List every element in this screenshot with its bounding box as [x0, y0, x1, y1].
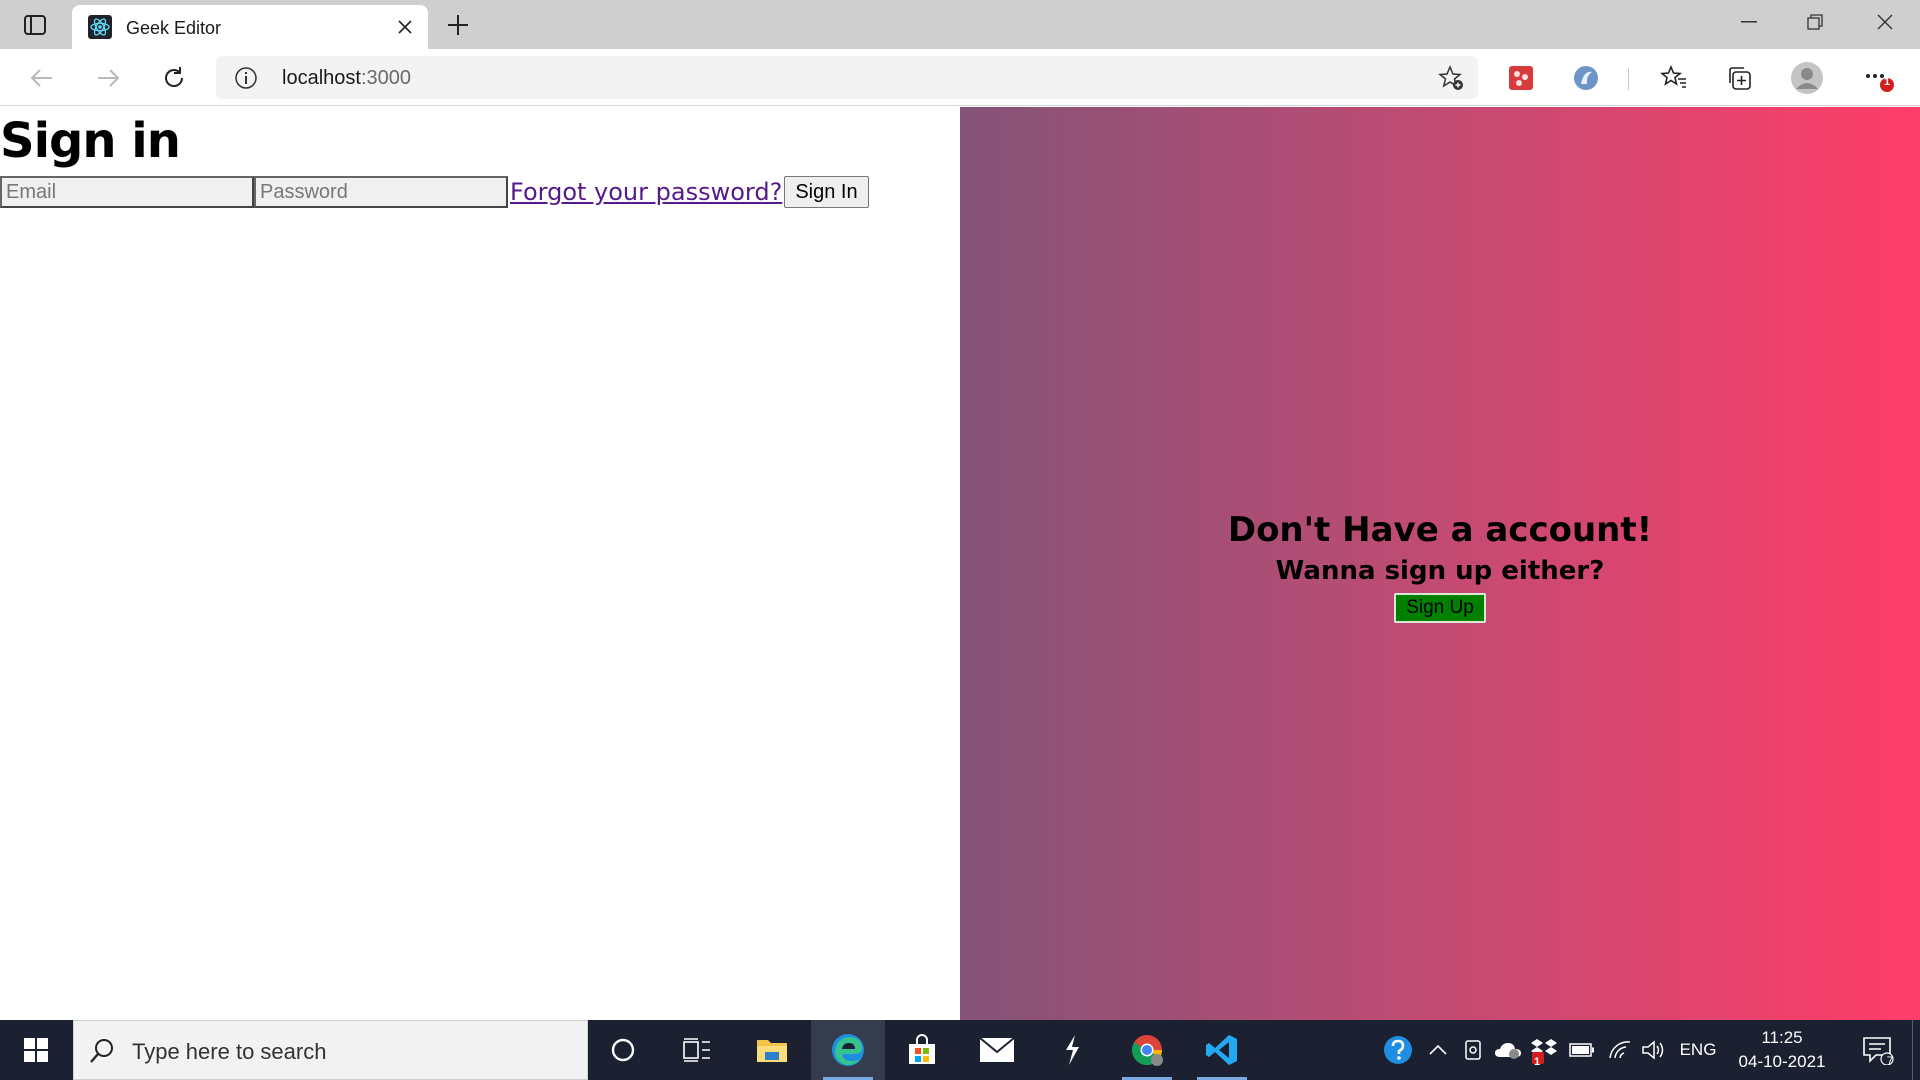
- onedrive-icon[interactable]: [1492, 1020, 1524, 1080]
- minimize-icon[interactable]: [1716, 0, 1782, 44]
- taskbar-search-placeholder: Type here to search: [132, 1039, 327, 1064]
- file-explorer-icon[interactable]: [735, 1020, 809, 1080]
- toolbar-separator: [1628, 68, 1629, 90]
- address-bar[interactable]: localhost:3000: [216, 56, 1478, 99]
- cortana-icon[interactable]: [586, 1020, 660, 1080]
- volume-icon[interactable]: [1638, 1020, 1670, 1080]
- address-host: localhost: [282, 67, 361, 89]
- search-icon: [88, 1037, 116, 1065]
- favorite-add-icon[interactable]: [1438, 65, 1464, 91]
- window-close-icon[interactable]: [1852, 0, 1918, 44]
- back-icon[interactable]: [22, 58, 62, 98]
- tab-actions-icon[interactable]: [16, 10, 54, 40]
- edge-icon[interactable]: [811, 1020, 885, 1080]
- browser-tab[interactable]: Geek Editor: [72, 5, 428, 49]
- clock-time: 11:25: [1761, 1028, 1803, 1047]
- restore-icon[interactable]: [1782, 0, 1848, 44]
- password-input[interactable]: [254, 176, 508, 208]
- profile-avatar[interactable]: [1789, 60, 1825, 96]
- dropbox-icon[interactable]: 1: [1528, 1020, 1560, 1080]
- signup-subtitle: Wanna sign up either?: [1275, 556, 1605, 586]
- tab-title: Geek Editor: [126, 18, 222, 38]
- react-icon: [88, 15, 112, 39]
- show-desktop-button[interactable]: [1912, 1020, 1920, 1080]
- mail-icon[interactable]: [960, 1020, 1034, 1080]
- taskbar-clock[interactable]: 11:25 04-10-2021: [1724, 1026, 1840, 1074]
- clock-date: 04-10-2021: [1738, 1052, 1826, 1071]
- forgot-password-link[interactable]: Forgot your password?: [510, 178, 782, 206]
- language-indicator[interactable]: ENG: [1676, 1020, 1720, 1080]
- windows-start-icon[interactable]: [0, 1020, 72, 1080]
- vscode-icon[interactable]: [1185, 1020, 1259, 1080]
- more-icon[interactable]: 1: [1860, 60, 1896, 96]
- close-icon[interactable]: [392, 14, 418, 40]
- help-icon[interactable]: [1378, 1020, 1418, 1080]
- notification-count: 7: [1886, 1054, 1894, 1068]
- refresh-icon[interactable]: [154, 58, 194, 98]
- signup-title: Don't Have a account!: [1227, 510, 1653, 550]
- address-port: :3000: [360, 67, 411, 89]
- task-view-icon[interactable]: [660, 1020, 734, 1080]
- notification-center-icon[interactable]: 7: [1850, 1020, 1906, 1080]
- windows-taskbar: Type here to search 1 ENG 11:25 04-10-20…: [0, 1020, 1920, 1080]
- chrome-icon[interactable]: [1110, 1020, 1184, 1080]
- more-badge: 1: [1883, 76, 1891, 88]
- meet-now-icon[interactable]: [1458, 1020, 1488, 1080]
- browser-navbar: localhost:3000 1: [0, 49, 1920, 106]
- address-url: localhost:3000: [282, 67, 411, 90]
- email-input[interactable]: [0, 176, 254, 208]
- plus-icon[interactable]: [441, 8, 475, 42]
- extension-blue-icon[interactable]: [1568, 60, 1604, 96]
- forward-icon[interactable]: [88, 58, 128, 98]
- chevron-up-icon[interactable]: [1424, 1020, 1452, 1080]
- tray-badge: 1: [1533, 1056, 1541, 1068]
- signup-button[interactable]: Sign Up: [1394, 593, 1486, 623]
- info-icon[interactable]: [234, 66, 258, 90]
- favorites-icon[interactable]: [1656, 60, 1692, 96]
- battery-icon[interactable]: [1566, 1020, 1598, 1080]
- collections-icon[interactable]: [1721, 60, 1757, 96]
- signup-box: Don't Have a account! Wanna sign up eith…: [960, 509, 1920, 623]
- browser-titlebar: Geek Editor: [0, 0, 1920, 49]
- signin-panel: Sign in Forgot your password? Sign In: [0, 107, 960, 1020]
- page-content: Sign in Forgot your password? Sign In Do…: [0, 107, 1920, 1020]
- signup-panel: Don't Have a account! Wanna sign up eith…: [960, 107, 1920, 1020]
- extension-red-icon[interactable]: [1503, 60, 1539, 96]
- signin-button[interactable]: Sign In: [784, 176, 869, 208]
- signin-title: Sign in: [0, 113, 181, 169]
- app-s-icon[interactable]: [1035, 1020, 1109, 1080]
- signin-form: Forgot your password? Sign In: [0, 174, 869, 210]
- taskbar-search-box[interactable]: Type here to search: [73, 1020, 588, 1080]
- wifi-icon[interactable]: [1604, 1020, 1636, 1080]
- store-icon[interactable]: [885, 1020, 959, 1080]
